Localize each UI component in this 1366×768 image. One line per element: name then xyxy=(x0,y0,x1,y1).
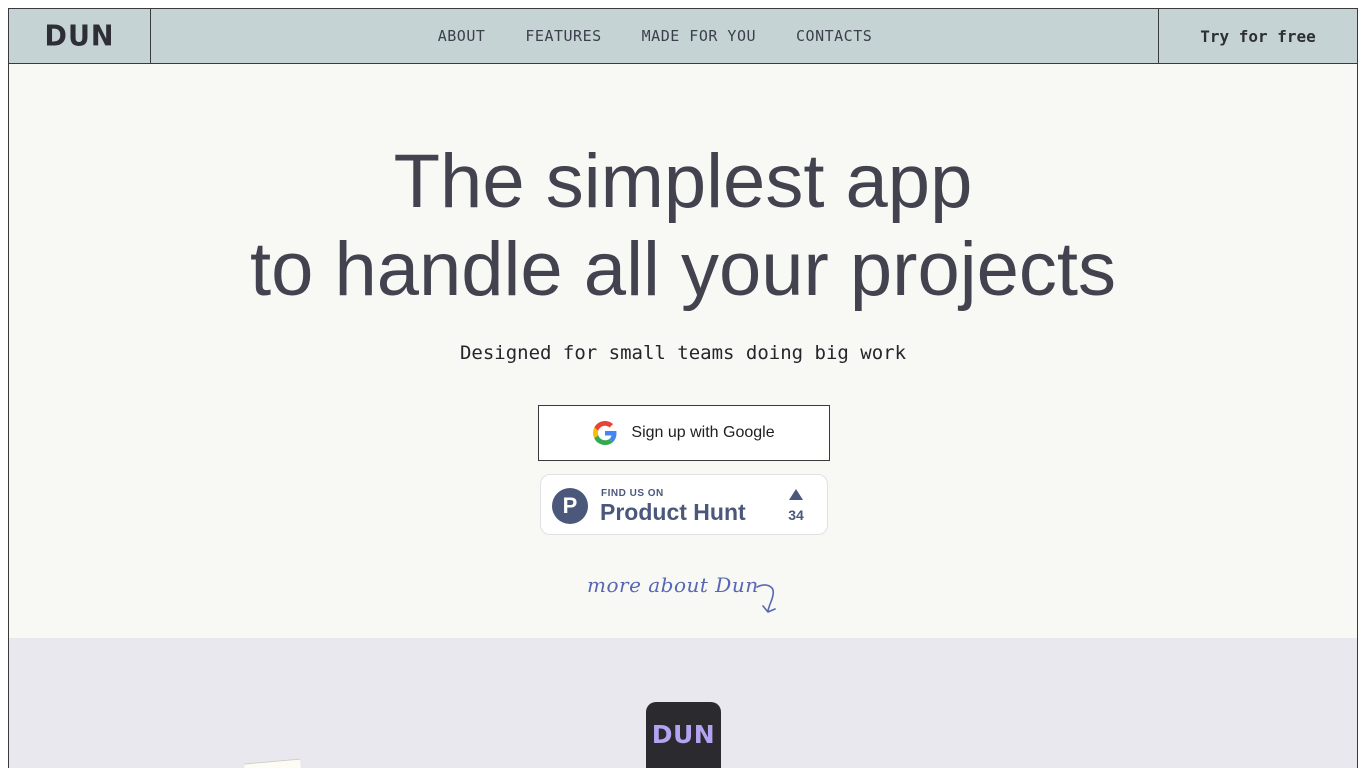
dun-app-icon: DUN xyxy=(646,702,721,768)
curved-arrow-down-icon xyxy=(756,584,776,613)
app-icon-label: DUN xyxy=(651,720,716,749)
main-nav: ABOUT FEATURES MADE FOR YOU CONTACTS xyxy=(151,9,1159,63)
nav-about[interactable]: ABOUT xyxy=(438,27,486,45)
try-for-free-label: Try for free xyxy=(1200,26,1316,46)
sign-up-google-button[interactable]: Sign up with Google xyxy=(538,405,830,461)
more-about-label: more about Dun xyxy=(587,573,759,597)
product-hunt-name: Product Hunt xyxy=(600,499,746,525)
hero-subtitle: Designed for small teams doing big work xyxy=(459,342,907,364)
product-hunt-badge[interactable]: P FIND US ON Product Hunt 34 xyxy=(540,474,828,535)
hero-headline: The simplest app to handle all your proj… xyxy=(9,138,1357,314)
paper-illustration xyxy=(244,758,302,768)
logo-link[interactable]: DUN xyxy=(9,9,151,63)
product-hunt-caption: FIND US ON xyxy=(601,488,664,499)
features-section: DUN xyxy=(9,638,1357,768)
nav-contacts[interactable]: CONTACTS xyxy=(796,27,872,45)
try-for-free-button[interactable]: Try for free xyxy=(1158,9,1357,63)
google-g-icon xyxy=(593,421,617,445)
triangle-up-icon xyxy=(789,489,803,500)
headline-line-1: The simplest app xyxy=(393,139,973,224)
page-frame: DUN ABOUT FEATURES MADE FOR YOU CONTACTS… xyxy=(8,8,1358,768)
hero-section: The simplest app to handle all your proj… xyxy=(9,64,1357,638)
product-hunt-logo-icon: P xyxy=(552,488,588,524)
logo: DUN xyxy=(44,19,115,53)
more-about-link[interactable]: more about Dun xyxy=(587,569,787,619)
nav-made-for-you[interactable]: MADE FOR YOU xyxy=(642,27,756,45)
headline-line-2: to handle all your projects xyxy=(249,227,1117,312)
nav-features[interactable]: FEATURES xyxy=(525,27,601,45)
sign-up-google-label: Sign up with Google xyxy=(631,424,775,441)
product-hunt-upvotes: 34 xyxy=(788,507,804,523)
site-header: DUN ABOUT FEATURES MADE FOR YOU CONTACTS… xyxy=(9,9,1357,64)
